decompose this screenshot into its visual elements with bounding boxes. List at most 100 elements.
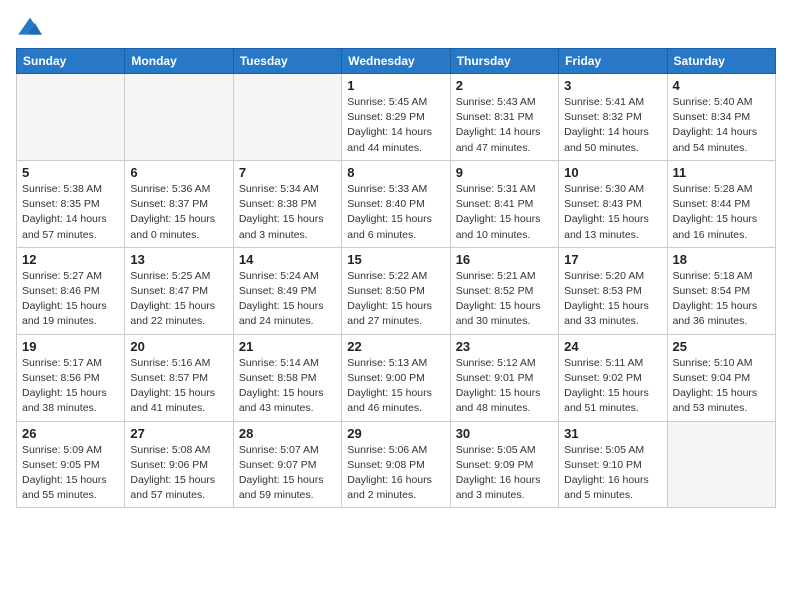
calendar-cell: 31 Sunrise: 5:05 AMSunset: 9:10 PMDayligh… [559,421,667,508]
calendar-cell: 15Sunrise: 5:22 AMSunset: 8:50 PMDayligh… [342,247,450,334]
day-info: Sunrise: 5:21 AMSunset: 8:52 PMDaylight:… [456,269,553,330]
day-number: 3 [564,78,661,93]
calendar-table: SundayMondayTuesdayWednesdayThursdayFrid… [16,48,776,508]
day-number: 24 [564,339,661,354]
day-info: Sunrise: 5:18 AMSunset: 8:54 PMDaylight:… [673,269,770,330]
day-info: Sunrise: 5:17 AMSunset: 8:56 PMDaylight:… [22,356,119,417]
calendar-cell: 21 Sunrise: 5:14 AMSunset: 8:58 PMDayligh… [233,334,341,421]
day-header-wednesday: Wednesday [342,49,450,74]
calendar-week-5: 26 Sunrise: 5:09 AMSunset: 9:05 PMDayligh… [17,421,776,508]
day-info: Sunrise: 5:14 AMSunset: 8:58 PMDaylight:… [239,356,336,417]
calendar-cell [233,74,341,161]
day-number: 28 [239,426,336,441]
calendar-cell: 12Sunrise: 5:27 AMSunset: 8:46 PMDayligh… [17,247,125,334]
calendar-cell: 2 Sunrise: 5:43 AMSunset: 8:31 PMDaylight… [450,74,558,161]
day-number: 1 [347,78,444,93]
day-info: Sunrise: 5:43 AMSunset: 8:31 PMDaylight:… [456,95,553,156]
calendar-cell: 17Sunrise: 5:20 AMSunset: 8:53 PMDayligh… [559,247,667,334]
day-number: 2 [456,78,553,93]
day-info: Sunrise: 5:27 AMSunset: 8:46 PMDaylight:… [22,269,119,330]
calendar-cell: 4 Sunrise: 5:40 AMSunset: 8:34 PMDaylight… [667,74,775,161]
calendar-cell: 6 Sunrise: 5:36 AMSunset: 8:37 PMDaylight… [125,160,233,247]
day-header-sunday: Sunday [17,49,125,74]
day-number: 20 [130,339,227,354]
calendar-cell: 23 Sunrise: 5:12 AMSunset: 9:01 PMDayligh… [450,334,558,421]
logo-icon [16,16,44,38]
day-number: 4 [673,78,770,93]
day-header-friday: Friday [559,49,667,74]
day-number: 8 [347,165,444,180]
day-info: Sunrise: 5:41 AMSunset: 8:32 PMDaylight:… [564,95,661,156]
day-number: 6 [130,165,227,180]
calendar-cell [17,74,125,161]
day-number: 7 [239,165,336,180]
day-info: Sunrise: 5:24 AMSunset: 8:49 PMDaylight:… [239,269,336,330]
calendar-cell: 11 Sunrise: 5:28 AMSunset: 8:44 PMDayligh… [667,160,775,247]
day-info: Sunrise: 5:28 AMSunset: 8:44 PMDaylight:… [673,182,770,243]
day-number: 21 [239,339,336,354]
day-info: Sunrise: 5:06 AMSunset: 9:08 PMDaylight:… [347,443,444,504]
calendar-week-1: 1 Sunrise: 5:45 AMSunset: 8:29 PMDaylight… [17,74,776,161]
day-header-saturday: Saturday [667,49,775,74]
day-info: Sunrise: 5:36 AMSunset: 8:37 PMDaylight:… [130,182,227,243]
calendar-week-3: 12Sunrise: 5:27 AMSunset: 8:46 PMDayligh… [17,247,776,334]
day-info: Sunrise: 5:05 AMSunset: 9:10 PMDaylight:… [564,443,661,504]
day-number: 30 [456,426,553,441]
calendar-header-row: SundayMondayTuesdayWednesdayThursdayFrid… [17,49,776,74]
calendar-cell: 19 Sunrise: 5:17 AMSunset: 8:56 PMDayligh… [17,334,125,421]
day-header-thursday: Thursday [450,49,558,74]
calendar-cell [125,74,233,161]
day-number: 5 [22,165,119,180]
day-number: 29 [347,426,444,441]
calendar-cell: 1 Sunrise: 5:45 AMSunset: 8:29 PMDaylight… [342,74,450,161]
calendar-cell: 27Sunrise: 5:08 AMSunset: 9:06 PMDayligh… [125,421,233,508]
day-number: 10 [564,165,661,180]
day-number: 14 [239,252,336,267]
day-number: 22 [347,339,444,354]
day-info: Sunrise: 5:07 AMSunset: 9:07 PMDaylight:… [239,443,336,504]
day-info: Sunrise: 5:34 AMSunset: 8:38 PMDaylight:… [239,182,336,243]
day-number: 13 [130,252,227,267]
day-number: 25 [673,339,770,354]
day-info: Sunrise: 5:25 AMSunset: 8:47 PMDaylight:… [130,269,227,330]
day-info: Sunrise: 5:45 AMSunset: 8:29 PMDaylight:… [347,95,444,156]
day-header-monday: Monday [125,49,233,74]
calendar-cell: 14 Sunrise: 5:24 AMSunset: 8:49 PMDayligh… [233,247,341,334]
day-info: Sunrise: 5:09 AMSunset: 9:05 PMDaylight:… [22,443,119,504]
day-number: 26 [22,426,119,441]
day-number: 19 [22,339,119,354]
calendar-cell: 24 Sunrise: 5:11 AMSunset: 9:02 PMDayligh… [559,334,667,421]
day-info: Sunrise: 5:40 AMSunset: 8:34 PMDaylight:… [673,95,770,156]
calendar-cell: 10 Sunrise: 5:30 AMSunset: 8:43 PMDayligh… [559,160,667,247]
calendar-week-2: 5Sunrise: 5:38 AMSunset: 8:35 PMDaylight… [17,160,776,247]
calendar-cell: 16Sunrise: 5:21 AMSunset: 8:52 PMDayligh… [450,247,558,334]
day-number: 23 [456,339,553,354]
day-number: 18 [673,252,770,267]
calendar-cell: 22 Sunrise: 5:13 AMSunset: 9:00 PMDayligh… [342,334,450,421]
calendar-cell: 8Sunrise: 5:33 AMSunset: 8:40 PMDaylight… [342,160,450,247]
day-header-tuesday: Tuesday [233,49,341,74]
calendar-cell: 7 Sunrise: 5:34 AMSunset: 8:38 PMDaylight… [233,160,341,247]
calendar-cell: 18 Sunrise: 5:18 AMSunset: 8:54 PMDayligh… [667,247,775,334]
day-number: 31 [564,426,661,441]
calendar-cell: 5Sunrise: 5:38 AMSunset: 8:35 PMDaylight… [17,160,125,247]
calendar-cell: 26 Sunrise: 5:09 AMSunset: 9:05 PMDayligh… [17,421,125,508]
day-info: Sunrise: 5:16 AMSunset: 8:57 PMDaylight:… [130,356,227,417]
calendar-cell: 28 Sunrise: 5:07 AMSunset: 9:07 PMDayligh… [233,421,341,508]
calendar-cell: 13 Sunrise: 5:25 AMSunset: 8:47 PMDayligh… [125,247,233,334]
calendar-cell: 3 Sunrise: 5:41 AMSunset: 8:32 PMDaylight… [559,74,667,161]
day-info: Sunrise: 5:11 AMSunset: 9:02 PMDaylight:… [564,356,661,417]
day-info: Sunrise: 5:13 AMSunset: 9:00 PMDaylight:… [347,356,444,417]
calendar-cell: 30 Sunrise: 5:05 AMSunset: 9:09 PMDayligh… [450,421,558,508]
calendar-cell [667,421,775,508]
day-info: Sunrise: 5:12 AMSunset: 9:01 PMDaylight:… [456,356,553,417]
day-info: Sunrise: 5:30 AMSunset: 8:43 PMDaylight:… [564,182,661,243]
day-info: Sunrise: 5:20 AMSunset: 8:53 PMDaylight:… [564,269,661,330]
day-info: Sunrise: 5:05 AMSunset: 9:09 PMDaylight:… [456,443,553,504]
day-number: 11 [673,165,770,180]
calendar-week-4: 19 Sunrise: 5:17 AMSunset: 8:56 PMDayligh… [17,334,776,421]
logo [16,16,46,38]
day-info: Sunrise: 5:08 AMSunset: 9:06 PMDaylight:… [130,443,227,504]
calendar-cell: 25Sunrise: 5:10 AMSunset: 9:04 PMDayligh… [667,334,775,421]
calendar-cell: 20 Sunrise: 5:16 AMSunset: 8:57 PMDayligh… [125,334,233,421]
